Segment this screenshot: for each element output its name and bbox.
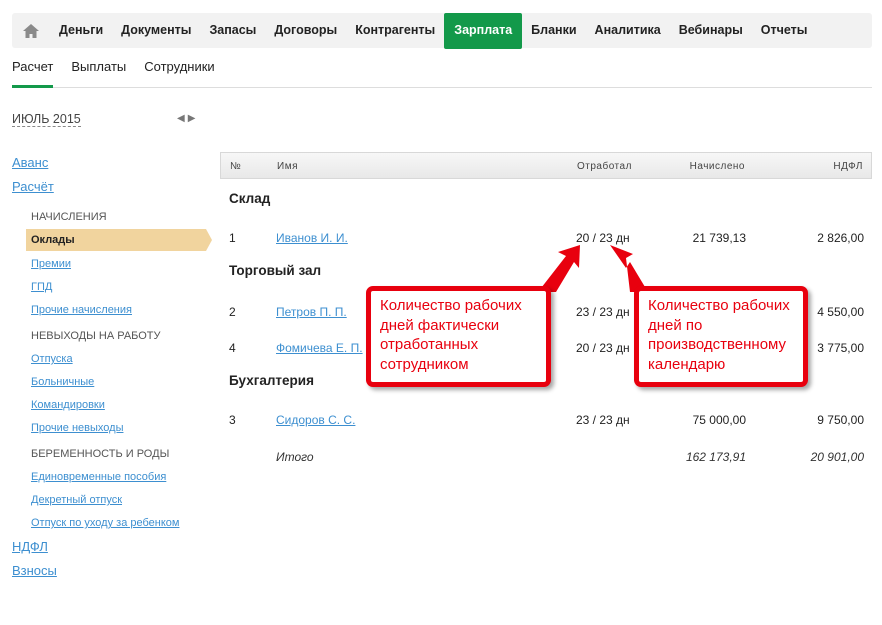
callout-calendar-days: Количество рабочих дней по производствен… xyxy=(634,286,808,387)
arrow-right-icon xyxy=(610,245,648,292)
arrow-left-icon xyxy=(538,245,580,292)
callout-worked-days: Количество рабочих дней фактически отраб… xyxy=(366,286,551,387)
